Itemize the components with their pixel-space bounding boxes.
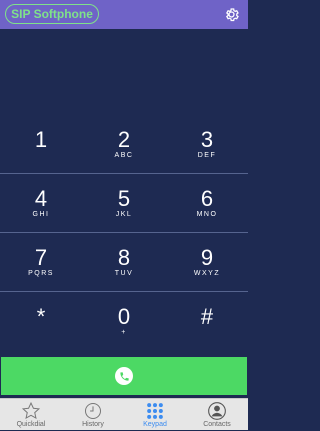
key-0[interactable]: 0 + [83, 292, 165, 350]
key-digit: 5 [117, 185, 131, 211]
key-letters: JKL [115, 210, 133, 218]
phone-icon [115, 367, 133, 385]
key-digit: # [200, 303, 214, 329]
key-digit: 3 [200, 126, 214, 152]
key-digit: 2 [117, 126, 131, 152]
keypad-row: * 0 + # [0, 292, 248, 350]
contact-icon [208, 402, 226, 420]
key-digit: 6 [200, 185, 214, 211]
key-3[interactable]: 3 DEF [166, 115, 248, 173]
key-digit: 7 [34, 244, 48, 270]
key-9[interactable]: 9 WXYZ [166, 233, 248, 291]
key-letters: WXYZ [193, 269, 221, 277]
tab-quickdial[interactable]: Quickdial [0, 399, 62, 431]
key-digit: * [36, 303, 46, 329]
clock-icon [85, 403, 101, 419]
keypad: 1 2 ABC 3 DEF 4 GHI 5 JKL 6 MNO 7 PQRS 8… [0, 115, 248, 350]
tab-label: Quickdial [16, 421, 46, 428]
key-digit: 0 [117, 303, 131, 329]
tab-label: Contacts [203, 421, 231, 428]
key-letters: + [121, 328, 127, 336]
keypad-icon [147, 403, 163, 419]
key-letters: MNO [196, 210, 218, 218]
key-letters: DEF [197, 151, 217, 159]
gear-icon[interactable] [223, 6, 240, 23]
key-star[interactable]: * [0, 292, 82, 350]
key-letters: PQRS [28, 269, 54, 277]
app-header: SIP Softphone [0, 0, 248, 29]
keypad-row: 1 2 ABC 3 DEF [0, 115, 248, 174]
key-7[interactable]: 7 PQRS [0, 233, 82, 291]
tab-label: History [82, 421, 104, 428]
key-letters: GHI [32, 210, 50, 218]
key-2[interactable]: 2 ABC [83, 115, 165, 173]
call-button[interactable] [1, 357, 247, 395]
key-1[interactable]: 1 [0, 115, 82, 173]
tab-label: Keypad [143, 421, 167, 428]
key-digit: 4 [34, 185, 48, 211]
tab-keypad[interactable]: Keypad [124, 399, 186, 431]
key-digit: 9 [200, 244, 214, 270]
key-letters: ABC [114, 151, 134, 159]
tab-bar: Quickdial History Keypad Contacts [0, 398, 248, 430]
keypad-row: 4 GHI 5 JKL 6 MNO [0, 174, 248, 233]
key-hash[interactable]: # [166, 292, 248, 350]
keypad-row: 7 PQRS 8 TUV 9 WXYZ [0, 233, 248, 292]
key-8[interactable]: 8 TUV [83, 233, 165, 291]
tab-history[interactable]: History [62, 399, 124, 431]
key-digit: 8 [117, 244, 131, 270]
key-digit: 1 [34, 126, 48, 152]
key-letters: TUV [114, 269, 134, 277]
tab-contacts[interactable]: Contacts [186, 399, 248, 431]
key-6[interactable]: 6 MNO [166, 174, 248, 232]
key-5[interactable]: 5 JKL [83, 174, 165, 232]
app-title: SIP Softphone [5, 4, 99, 24]
key-4[interactable]: 4 GHI [0, 174, 82, 232]
star-icon [21, 401, 41, 420]
